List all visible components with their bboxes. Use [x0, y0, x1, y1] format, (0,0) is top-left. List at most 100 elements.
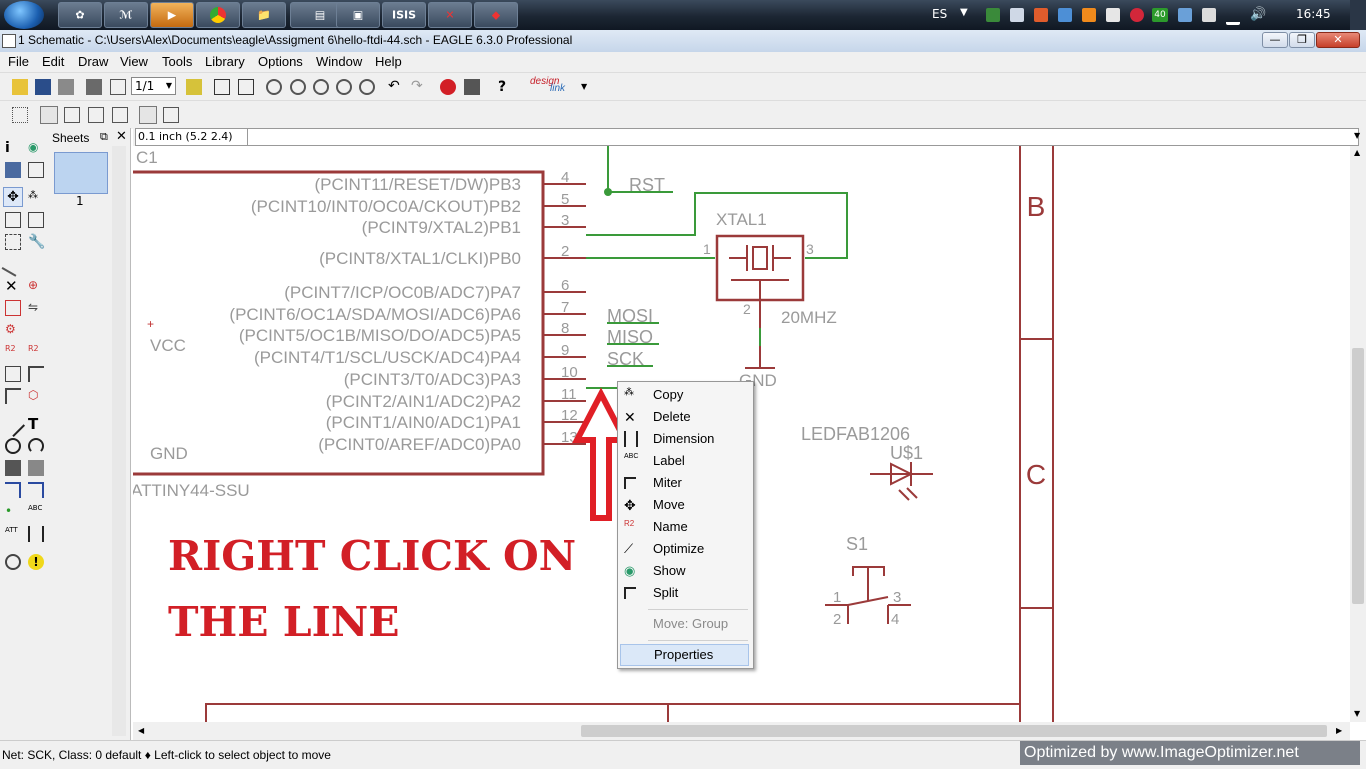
zoom-fit-icon[interactable] — [266, 79, 282, 95]
volume-icon[interactable]: 🔊 — [1250, 8, 1266, 22]
zoom-select-icon[interactable] — [359, 79, 375, 95]
menu-item-label-cmd[interactable]: ABC Label — [618, 450, 753, 472]
taskbar-app-2[interactable]: ℳ — [104, 2, 148, 28]
open-icon[interactable] — [12, 79, 28, 95]
tray-icon-5[interactable] — [1082, 8, 1096, 22]
sheet-thumbnail[interactable] — [54, 152, 108, 194]
panel-2-icon[interactable] — [163, 107, 179, 123]
change-icon[interactable]: 🔧 — [28, 234, 45, 250]
menu-item-miter[interactable]: Miter — [618, 472, 753, 494]
chevron-down-icon[interactable]: ▼ — [960, 7, 968, 18]
junction[interactable] — [604, 188, 612, 196]
menu-item-dimension[interactable]: Dimension — [618, 428, 753, 450]
menu-window[interactable]: Window — [316, 54, 362, 69]
taskbar-app-9[interactable]: ✕ — [428, 2, 472, 28]
save-icon[interactable] — [35, 79, 51, 95]
vertical-scroll-thumb[interactable] — [1352, 348, 1364, 604]
group-icon[interactable] — [5, 234, 21, 250]
scroll-right-icon[interactable]: ▶ — [1336, 726, 1342, 735]
app-icon[interactable] — [2, 34, 16, 48]
script-icon[interactable] — [214, 79, 230, 95]
menu-item-split[interactable]: Split — [618, 582, 753, 604]
delete-icon[interactable]: ✕ — [5, 278, 21, 294]
rect-icon[interactable] — [5, 460, 21, 476]
replace-icon[interactable] — [5, 300, 21, 316]
tray-usb-icon[interactable] — [1202, 8, 1216, 22]
menu-options[interactable]: Options — [258, 54, 303, 69]
erc-icon[interactable] — [5, 554, 21, 570]
menu-item-show[interactable]: ◉ Show — [618, 560, 753, 582]
minimize-button[interactable]: — — [1262, 32, 1288, 48]
gateswap-icon[interactable]: ⚙ — [5, 322, 21, 338]
taskbar-app-1[interactable]: ✿ — [58, 2, 102, 28]
go-icon[interactable] — [464, 79, 480, 95]
tray-signal-icon[interactable] — [1226, 8, 1240, 25]
menu-help[interactable]: Help — [375, 54, 402, 69]
miter-icon[interactable] — [28, 366, 44, 382]
paste-icon[interactable] — [1, 253, 25, 277]
taskbar-app-7[interactable]: ▣ — [336, 2, 380, 28]
display-icon[interactable] — [5, 162, 21, 178]
vertical-scrollbar[interactable]: ▲ ▼ — [1350, 146, 1366, 722]
arc-icon[interactable] — [28, 438, 44, 454]
chevron-down-icon[interactable]: ▼ — [1354, 131, 1360, 140]
scroll-left-icon[interactable]: ◀ — [138, 726, 144, 735]
attribute-icon[interactable]: ATT — [5, 526, 21, 542]
menu-item-name[interactable]: R2 Name — [618, 516, 753, 538]
command-input[interactable] — [247, 128, 1359, 146]
info-icon[interactable]: i — [5, 140, 21, 156]
value-icon[interactable]: R2 — [28, 344, 44, 360]
dimension-icon[interactable] — [28, 526, 44, 542]
layout-3-icon[interactable] — [88, 107, 104, 123]
scroll-up-icon[interactable]: ▲ — [1354, 148, 1360, 157]
taskbar-explorer[interactable]: 📁 — [242, 2, 286, 28]
taskbar-chrome[interactable] — [196, 2, 240, 28]
name-icon[interactable]: R2 — [5, 344, 21, 360]
invoke-icon[interactable]: ⬡ — [28, 388, 44, 404]
show-icon[interactable]: ◉ — [28, 140, 44, 156]
sheets-scrollbar[interactable] — [112, 146, 126, 736]
tray-cloud-icon[interactable] — [1010, 8, 1024, 22]
add-icon[interactable]: ⊕ — [28, 278, 44, 294]
layout-2-icon[interactable] — [64, 107, 80, 123]
tray-dropbox-icon[interactable] — [1058, 8, 1072, 22]
redo-icon[interactable]: ↷ — [411, 79, 427, 95]
taskbar-eagle[interactable]: ◆ — [474, 2, 518, 28]
rotate-icon[interactable] — [28, 212, 44, 228]
junction-icon[interactable]: • — [5, 504, 21, 520]
board-icon[interactable] — [186, 79, 202, 95]
mark-icon[interactable] — [28, 162, 44, 178]
cam-icon[interactable] — [86, 79, 102, 95]
zoom-in-icon[interactable] — [290, 79, 306, 95]
horizontal-scrollbar[interactable]: ◀ ▶ — [133, 722, 1350, 740]
layout-4-icon[interactable] — [112, 107, 128, 123]
language-indicator[interactable]: ES — [932, 7, 947, 21]
tray-icon-7[interactable] — [1130, 8, 1144, 22]
use-icon[interactable] — [110, 79, 126, 95]
designlink-logo[interactable]: design link — [530, 76, 580, 98]
menu-library[interactable]: Library — [205, 54, 245, 69]
menu-tools[interactable]: Tools — [162, 54, 192, 69]
layout-1-icon[interactable] — [40, 106, 58, 124]
menu-draw[interactable]: Draw — [78, 54, 108, 69]
pinswap-icon[interactable]: ⇋ — [28, 300, 44, 316]
tray-badge[interactable]: 40 — [1152, 8, 1168, 22]
chevron-down-icon[interactable]: ▼ — [581, 82, 587, 91]
start-button[interactable] — [4, 1, 44, 29]
tray-icon-3[interactable] — [1034, 8, 1048, 22]
taskbar-media-player[interactable]: ▶ — [150, 2, 194, 28]
grid-icon[interactable] — [12, 107, 28, 123]
move-icon[interactable]: ✥ — [3, 187, 23, 207]
smash-icon[interactable] — [5, 366, 21, 382]
stop-icon[interactable] — [440, 79, 456, 95]
tray-icon-9[interactable] — [1178, 8, 1192, 22]
tray-icon-1[interactable] — [986, 8, 1000, 22]
wire-icon[interactable] — [0, 412, 26, 438]
print-icon[interactable] — [58, 79, 74, 95]
show-desktop-button[interactable] — [1350, 0, 1366, 30]
menu-item-copy[interactable]: ⁂ Copy — [618, 384, 753, 406]
menu-item-delete[interactable]: ✕ Delete — [618, 406, 753, 428]
bus-icon[interactable] — [5, 482, 21, 498]
polygon-icon[interactable] — [28, 460, 44, 476]
taskbar-app-isis[interactable]: ISIS — [382, 2, 426, 28]
